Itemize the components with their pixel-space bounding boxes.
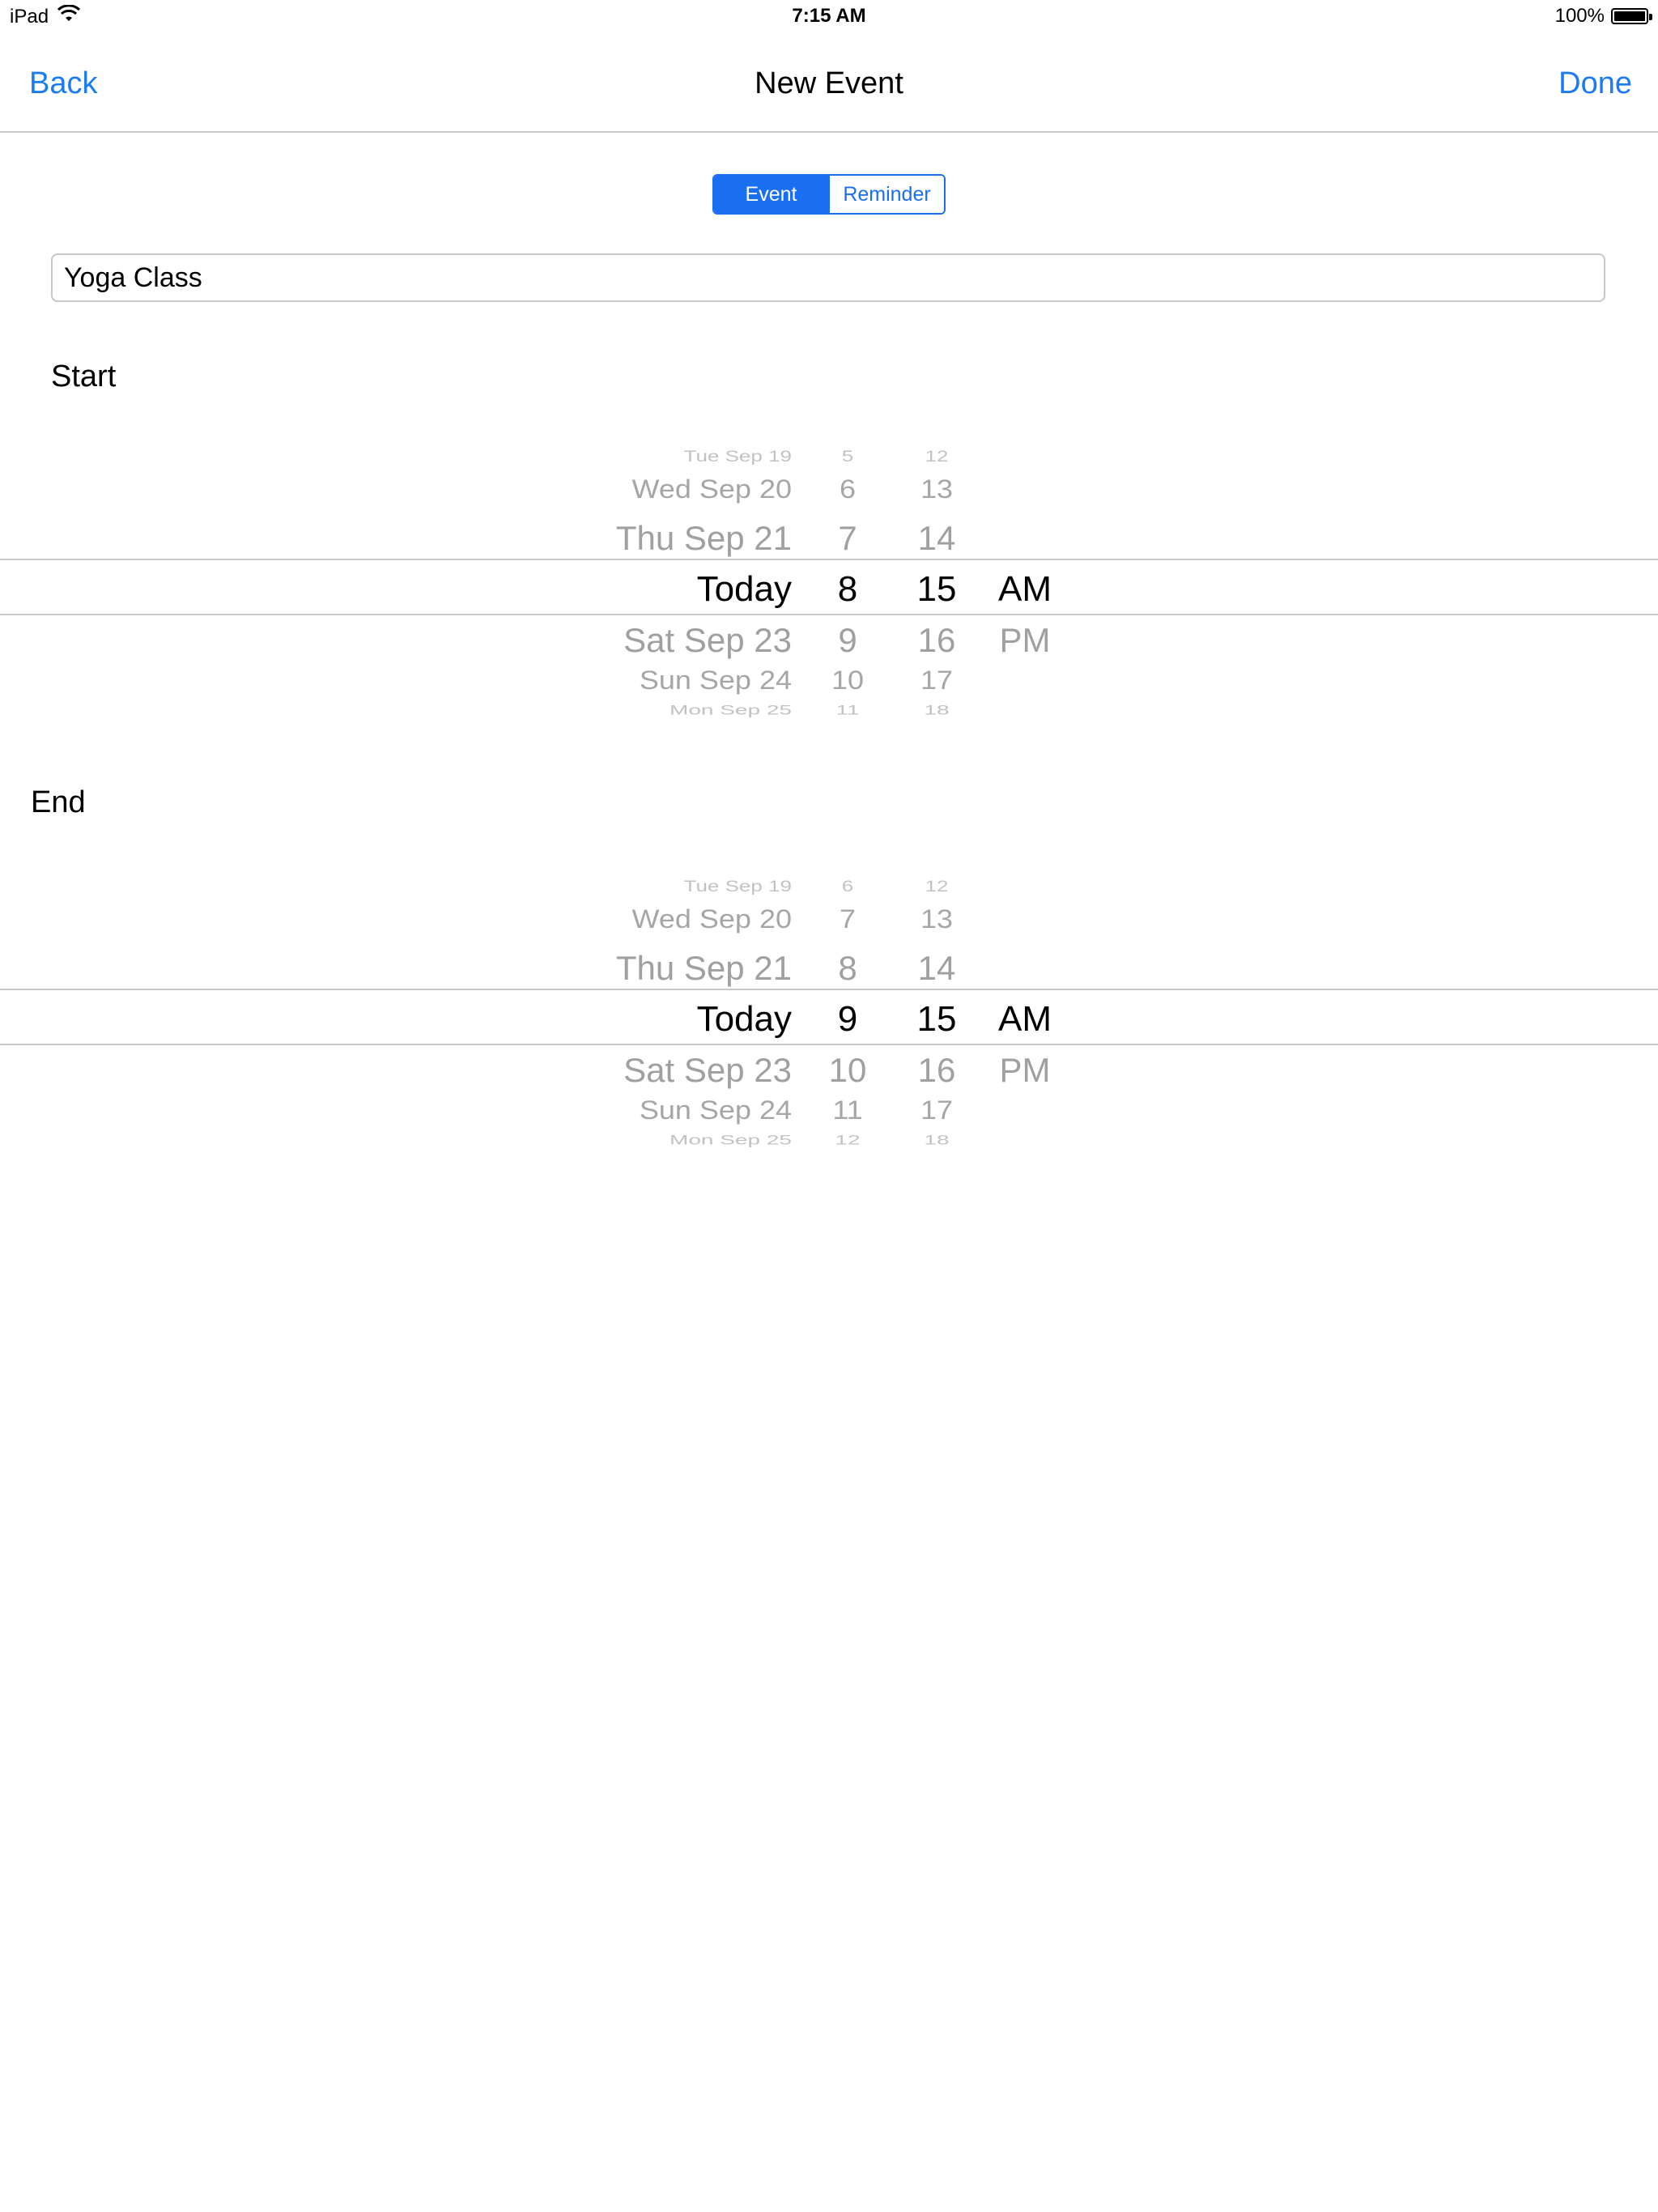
picker-row[interactable]: 14 bbox=[899, 951, 975, 985]
picker-row[interactable]: 17 bbox=[899, 1096, 975, 1123]
picker-row[interactable]: 16 bbox=[899, 1053, 975, 1087]
event-type-segmented-control: Event Reminder bbox=[712, 174, 946, 215]
picker-row[interactable]: Tue Sep 19 bbox=[567, 448, 792, 464]
picker-row[interactable]: Tue Sep 19 bbox=[567, 878, 792, 894]
start-ampm-column[interactable]: AM PM bbox=[984, 429, 1065, 721]
picker-row[interactable]: 14 bbox=[899, 521, 975, 555]
picker-row[interactable]: 11 bbox=[810, 1096, 886, 1123]
picker-row-selected[interactable]: AM bbox=[984, 572, 1065, 607]
start-hour-column[interactable]: 5 6 7 8 9 10 11 bbox=[810, 429, 886, 721]
start-date-column[interactable]: Tue Sep 19 Wed Sep 20 Thu Sep 21 Today S… bbox=[567, 429, 792, 721]
picker-row[interactable]: Sat Sep 23 bbox=[567, 1053, 792, 1087]
picker-row[interactable]: 6 bbox=[810, 475, 886, 502]
picker-row[interactable]: Sat Sep 23 bbox=[567, 623, 792, 657]
picker-row[interactable]: Thu Sep 21 bbox=[567, 521, 792, 555]
picker-row[interactable]: 10 bbox=[810, 666, 886, 693]
picker-row[interactable]: 7 bbox=[810, 905, 886, 932]
picker-row[interactable]: 6 bbox=[810, 878, 886, 894]
picker-row[interactable]: Thu Sep 21 bbox=[567, 951, 792, 985]
battery-percent: 100% bbox=[1554, 5, 1605, 27]
picker-row[interactable]: Wed Sep 20 bbox=[567, 475, 792, 502]
picker-row[interactable]: 5 bbox=[810, 448, 886, 464]
picker-row[interactable]: 8 bbox=[810, 951, 886, 985]
picker-row[interactable]: Sun Sep 24 bbox=[567, 1096, 792, 1123]
picker-row[interactable]: 13 bbox=[899, 475, 975, 502]
segment-reminder[interactable]: Reminder bbox=[828, 176, 944, 213]
picker-row-selected[interactable]: 9 bbox=[810, 1002, 886, 1037]
battery-icon bbox=[1611, 8, 1652, 24]
picker-row-selected[interactable]: Today bbox=[567, 1002, 792, 1037]
picker-row[interactable]: Mon Sep 25 bbox=[567, 1133, 792, 1147]
picker-row[interactable]: Wed Sep 20 bbox=[567, 905, 792, 932]
status-time: 7:15 AM bbox=[792, 5, 866, 27]
event-title-input[interactable] bbox=[53, 255, 1604, 300]
done-button[interactable]: Done bbox=[1558, 66, 1632, 101]
start-date-picker[interactable]: Tue Sep 19 Wed Sep 20 Thu Sep 21 Today S… bbox=[0, 429, 1658, 721]
start-label: Start bbox=[51, 359, 117, 393]
picker-row[interactable]: 11 bbox=[810, 703, 886, 717]
picker-row-selected[interactable]: 15 bbox=[899, 572, 975, 607]
picker-row[interactable]: 10 bbox=[810, 1053, 886, 1087]
status-right: 100% bbox=[1554, 5, 1652, 28]
picker-row[interactable]: 7 bbox=[810, 521, 886, 555]
picker-row[interactable]: Mon Sep 25 bbox=[567, 703, 792, 717]
picker-row-selected[interactable]: 8 bbox=[810, 572, 886, 607]
page-title: New Event bbox=[755, 66, 903, 100]
picker-row[interactable]: 17 bbox=[899, 666, 975, 693]
end-ampm-column[interactable]: AM PM bbox=[984, 859, 1065, 1151]
picker-row[interactable]: 12 bbox=[899, 878, 975, 894]
picker-row[interactable]: 12 bbox=[899, 448, 975, 464]
end-minute-column[interactable]: 12 13 14 15 16 17 18 bbox=[899, 859, 975, 1151]
end-date-column[interactable]: Tue Sep 19 Wed Sep 20 Thu Sep 21 Today S… bbox=[567, 859, 792, 1151]
segment-event[interactable]: Event bbox=[714, 176, 828, 213]
picker-row[interactable]: 9 bbox=[810, 623, 886, 657]
event-title-field[interactable] bbox=[51, 253, 1605, 302]
picker-row[interactable]: 18 bbox=[899, 703, 975, 717]
picker-row[interactable]: Sun Sep 24 bbox=[567, 666, 792, 693]
picker-row[interactable]: PM bbox=[984, 623, 1065, 657]
picker-row-selected[interactable]: AM bbox=[984, 1002, 1065, 1037]
picker-row[interactable]: 16 bbox=[899, 623, 975, 657]
picker-row-selected[interactable]: 15 bbox=[899, 1002, 975, 1037]
picker-row-selected[interactable]: Today bbox=[567, 572, 792, 607]
picker-row[interactable]: 12 bbox=[810, 1133, 886, 1147]
end-label: End bbox=[31, 785, 86, 819]
picker-row[interactable]: 13 bbox=[899, 905, 975, 932]
end-date-picker[interactable]: Tue Sep 19 Wed Sep 20 Thu Sep 21 Today S… bbox=[0, 859, 1658, 1151]
picker-row[interactable]: 18 bbox=[899, 1133, 975, 1147]
start-minute-column[interactable]: 12 13 14 15 16 17 18 bbox=[899, 429, 975, 721]
picker-row[interactable]: PM bbox=[984, 1053, 1065, 1087]
end-hour-column[interactable]: 6 7 8 9 10 11 12 bbox=[810, 859, 886, 1151]
status-bar: iPad 7:15 AM 100% bbox=[0, 0, 1658, 32]
